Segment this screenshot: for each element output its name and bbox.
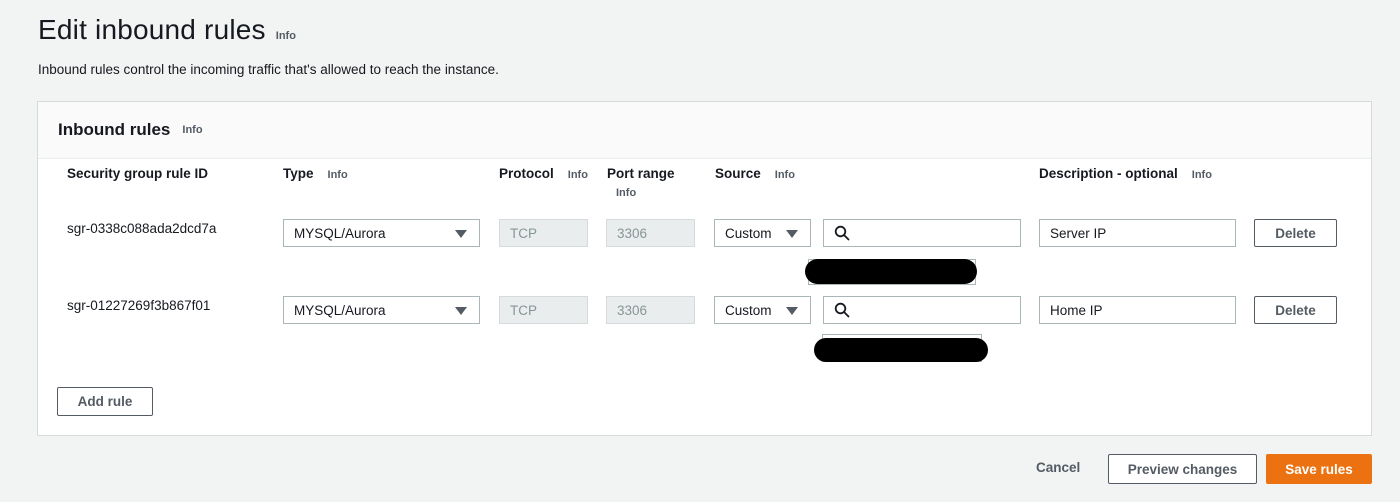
description-input[interactable] <box>1039 296 1236 324</box>
redaction-mark <box>805 259 977 284</box>
caret-down-icon <box>786 307 798 315</box>
type-select[interactable]: MYSQL/Aurora <box>283 296 480 324</box>
col-protocol-info-link[interactable]: Info <box>568 169 588 181</box>
col-port-range-info-link[interactable]: Info <box>616 187 636 199</box>
panel-info-link[interactable]: Info <box>182 124 202 136</box>
preview-changes-button[interactable]: Preview changes <box>1108 454 1257 484</box>
col-header-type-label: Type <box>283 166 314 181</box>
inbound-rules-panel: Inbound rules Info Security group rule I… <box>37 101 1372 436</box>
col-header-type: Type Info <box>283 166 348 181</box>
protocol-field: TCP <box>499 219 588 247</box>
col-header-source-label: Source <box>715 166 761 181</box>
col-description-info-link[interactable]: Info <box>1192 169 1212 181</box>
page-description: Inbound rules control the incoming traff… <box>38 62 499 77</box>
source-select-value: Custom <box>725 225 772 241</box>
cancel-button[interactable]: Cancel <box>1036 460 1080 475</box>
caret-down-icon <box>786 230 798 238</box>
source-search-input[interactable] <box>823 219 1021 247</box>
search-icon <box>834 225 850 241</box>
rule-id: sgr-01227269f3b867f01 <box>67 298 211 313</box>
delete-rule-button[interactable]: Delete <box>1254 219 1337 247</box>
col-header-port-range: Port range <box>607 166 675 181</box>
type-select-value: MYSQL/Aurora <box>294 302 386 318</box>
col-header-source: Source Info <box>715 166 795 181</box>
source-select[interactable]: Custom <box>714 296 811 324</box>
source-select-value: Custom <box>725 302 772 318</box>
page-title: Edit inbound rules <box>38 14 266 45</box>
delete-rule-button[interactable]: Delete <box>1254 296 1337 324</box>
add-rule-button[interactable]: Add rule <box>57 387 153 416</box>
redaction-mark <box>814 338 988 362</box>
page-info-link[interactable]: Info <box>276 30 296 42</box>
search-icon <box>834 302 850 318</box>
col-header-description: Description - optional Info <box>1039 166 1212 181</box>
protocol-field: TCP <box>499 296 588 324</box>
panel-title: Inbound rules <box>58 120 171 139</box>
col-header-protocol: Protocol Info <box>499 166 588 181</box>
rule-id: sgr-0338c088ada2dcd7a <box>67 221 217 236</box>
type-select[interactable]: MYSQL/Aurora <box>283 219 480 247</box>
description-input[interactable] <box>1039 219 1236 247</box>
col-header-port-range-label: Port range <box>607 166 675 181</box>
port-range-field: 3306 <box>606 219 695 247</box>
source-select[interactable]: Custom <box>714 219 811 247</box>
type-select-value: MYSQL/Aurora <box>294 225 386 241</box>
panel-header: Inbound rules Info <box>38 102 1371 159</box>
port-range-field: 3306 <box>606 296 695 324</box>
caret-down-icon <box>455 307 467 315</box>
col-source-info-link[interactable]: Info <box>775 169 795 181</box>
caret-down-icon <box>455 230 467 238</box>
col-header-rule-id-label: Security group rule ID <box>67 166 209 181</box>
col-header-description-label: Description - optional <box>1039 166 1178 181</box>
col-header-rule-id: Security group rule ID <box>67 166 208 181</box>
source-search-input[interactable] <box>823 296 1021 324</box>
col-header-protocol-label: Protocol <box>499 166 554 181</box>
col-type-info-link[interactable]: Info <box>328 169 348 181</box>
page-title-group: Edit inbound rules Info <box>38 14 296 46</box>
save-rules-button[interactable]: Save rules <box>1266 454 1372 484</box>
